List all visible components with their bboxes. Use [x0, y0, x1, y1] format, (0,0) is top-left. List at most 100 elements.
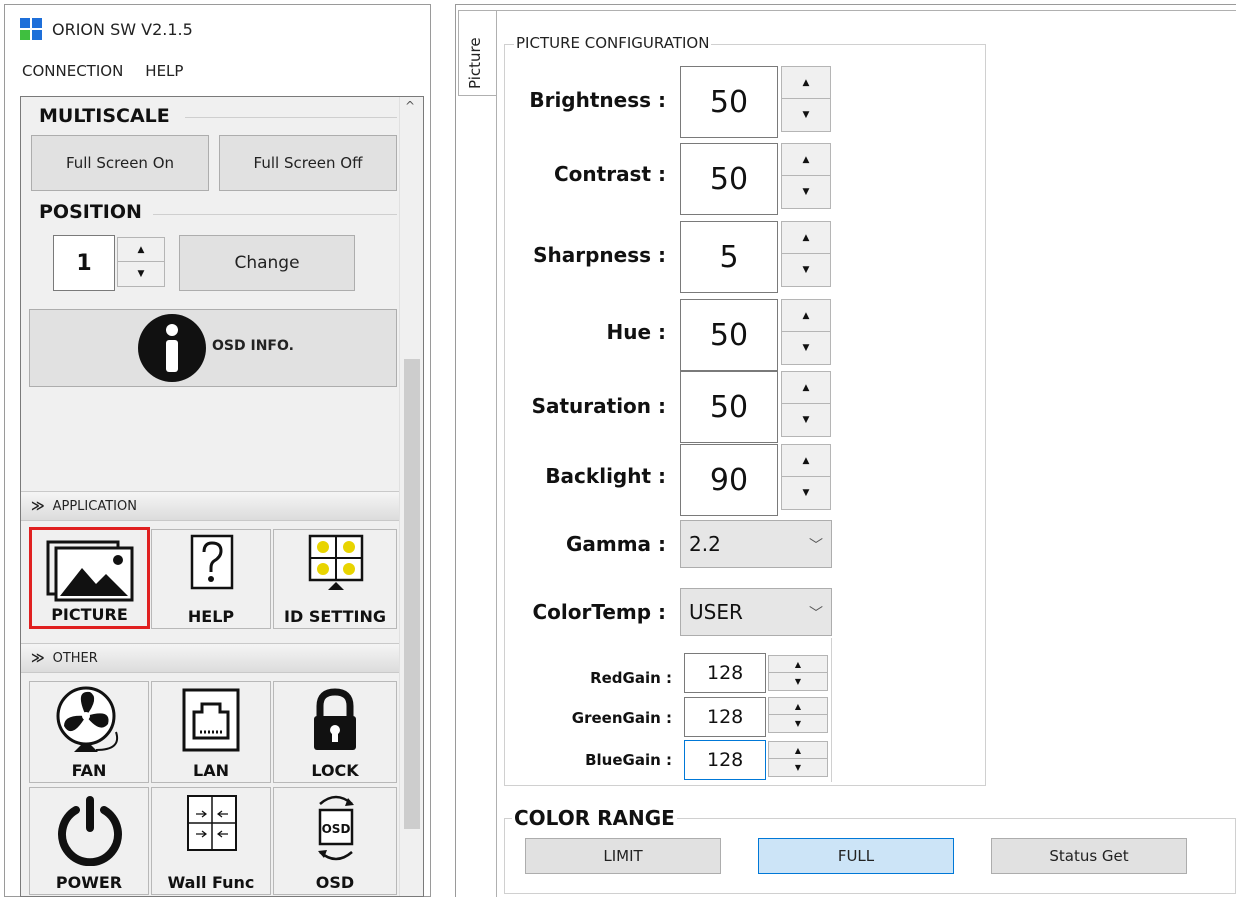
osd-info-label: OSD INFO. [212, 338, 294, 354]
backlight-label: Backlight : [545, 464, 666, 488]
spin-up-icon[interactable]: ▲ [769, 656, 827, 673]
full-screen-off-button[interactable]: Full Screen Off [219, 135, 397, 191]
bluegain-value[interactable]: 128 [684, 740, 766, 780]
saturation-value[interactable]: 50 [680, 371, 778, 443]
spin-down-icon[interactable]: ▼ [782, 404, 830, 436]
fan-tile[interactable]: FAN [29, 681, 149, 783]
brightness-spinner[interactable]: ▲ ▼ [781, 66, 831, 132]
app-logo-icon [20, 18, 42, 40]
spin-down-icon[interactable]: ▼ [782, 99, 830, 131]
help-icon [190, 534, 234, 590]
osd-info-button[interactable]: OSD INFO. [29, 309, 397, 387]
spin-up-icon[interactable]: ▲ [782, 445, 830, 477]
gamma-select[interactable]: 2.2 ﹀ [680, 520, 832, 568]
spin-down-icon[interactable]: ▼ [782, 176, 830, 208]
backlight-value[interactable]: 90 [680, 444, 778, 516]
greengain-spinner[interactable]: ▲ ▼ [768, 697, 828, 733]
menu-help[interactable]: HELP [145, 62, 183, 80]
vertical-scrollbar[interactable]: ^ [399, 97, 423, 896]
tab-picture-label: Picture [466, 37, 484, 89]
application-header[interactable]: ≫ APPLICATION [21, 491, 399, 521]
redgain-label: RedGain : [590, 669, 672, 687]
lan-label: LAN [193, 761, 229, 780]
app-title-bar: ORION SW V2.1.5 [20, 18, 193, 40]
position-down-icon[interactable]: ▼ [118, 262, 164, 286]
power-label: POWER [55, 873, 123, 892]
brightness-value[interactable]: 50 [680, 66, 778, 138]
other-heading: OTHER [52, 650, 98, 666]
spin-down-icon[interactable]: ▼ [769, 715, 827, 732]
power-tile[interactable]: POWER [29, 787, 149, 895]
sharpness-spinner[interactable]: ▲ ▼ [781, 221, 831, 287]
id-setting-label: ID SETTING [284, 607, 386, 626]
wall-func-label: Wall Func [167, 873, 255, 892]
position-divider [153, 214, 397, 215]
spin-down-icon[interactable]: ▼ [769, 759, 827, 776]
bluegain-spinner[interactable]: ▲ ▼ [768, 741, 828, 777]
scroll-up-icon[interactable]: ^ [405, 99, 415, 113]
spin-down-icon[interactable]: ▼ [782, 477, 830, 509]
fan-icon [56, 686, 118, 752]
chevron-down-icon: ﹀ [809, 538, 823, 554]
help-tile[interactable]: HELP [151, 529, 271, 629]
greengain-label: GreenGain : [571, 709, 672, 727]
hue-value[interactable]: 50 [680, 299, 778, 371]
id-setting-tile[interactable]: ID SETTING [273, 529, 397, 629]
lock-label: LOCK [311, 761, 359, 780]
chevron-down-icon: ﹀ [809, 606, 823, 622]
spin-up-icon[interactable]: ▲ [782, 67, 830, 99]
info-icon [138, 314, 206, 382]
scrollbar-thumb[interactable] [404, 359, 420, 829]
status-get-button[interactable]: Status Get [991, 838, 1187, 874]
osd-icon: OSD [318, 795, 354, 861]
colortemp-select[interactable]: USER ﹀ [680, 588, 832, 636]
full-screen-on-button[interactable]: Full Screen On [31, 135, 209, 191]
contrast-value[interactable]: 50 [680, 143, 778, 215]
collapse-chevron-icon: ≫ [31, 498, 45, 514]
control-panel: MULTISCALE Full Screen On Full Screen Of… [20, 96, 424, 897]
greengain-value[interactable]: 128 [684, 697, 766, 737]
lan-tile[interactable]: LAN [151, 681, 271, 783]
contrast-label: Contrast : [553, 162, 666, 186]
picture-tile[interactable]: PICTURE [29, 527, 150, 629]
limit-button[interactable]: LIMIT [525, 838, 721, 874]
spin-down-icon[interactable]: ▼ [769, 673, 827, 690]
spin-up-icon[interactable]: ▲ [782, 144, 830, 176]
position-up-icon[interactable]: ▲ [118, 238, 164, 262]
contrast-spinner[interactable]: ▲ ▼ [781, 143, 831, 209]
sharpness-label: Sharpness : [533, 243, 666, 267]
spin-down-icon[interactable]: ▼ [782, 332, 830, 364]
hue-spinner[interactable]: ▲ ▼ [781, 299, 831, 365]
spin-up-icon[interactable]: ▲ [782, 300, 830, 332]
menu-connection[interactable]: CONNECTION [22, 62, 123, 80]
gamma-value: 2.2 [689, 532, 721, 556]
multiscale-heading: MULTISCALE [39, 105, 170, 127]
picture-label: PICTURE [51, 605, 128, 624]
picture-configuration-title: PICTURE CONFIGURATION [514, 34, 712, 52]
bluegain-label: BlueGain : [585, 751, 672, 769]
saturation-spinner[interactable]: ▲ ▼ [781, 371, 831, 437]
hue-label: Hue : [606, 320, 666, 344]
wall-func-tile[interactable]: Wall Func [151, 787, 271, 895]
spin-up-icon[interactable]: ▲ [769, 742, 827, 759]
spin-up-icon[interactable]: ▲ [782, 372, 830, 404]
full-button[interactable]: FULL [758, 838, 954, 874]
svg-text:OSD: OSD [322, 822, 351, 836]
spin-up-icon[interactable]: ▲ [782, 222, 830, 254]
position-spinner[interactable]: ▲ ▼ [117, 237, 165, 287]
id-setting-icon [308, 534, 364, 590]
backlight-spinner[interactable]: ▲ ▼ [781, 444, 831, 510]
osd-label: OSD [315, 873, 355, 892]
spin-up-icon[interactable]: ▲ [769, 698, 827, 715]
change-button[interactable]: Change [179, 235, 355, 291]
position-value[interactable]: 1 [53, 235, 115, 291]
redgain-value[interactable]: 128 [684, 653, 766, 693]
redgain-spinner[interactable]: ▲ ▼ [768, 655, 828, 691]
spin-down-icon[interactable]: ▼ [782, 254, 830, 286]
other-header[interactable]: ≫ OTHER [21, 643, 399, 673]
lock-tile[interactable]: LOCK [273, 681, 397, 783]
menu-bar: CONNECTION HELP [22, 62, 183, 80]
osd-tile[interactable]: OSD OSD [273, 787, 397, 895]
sharpness-value[interactable]: 5 [680, 221, 778, 293]
tab-picture[interactable]: Picture [458, 10, 496, 96]
